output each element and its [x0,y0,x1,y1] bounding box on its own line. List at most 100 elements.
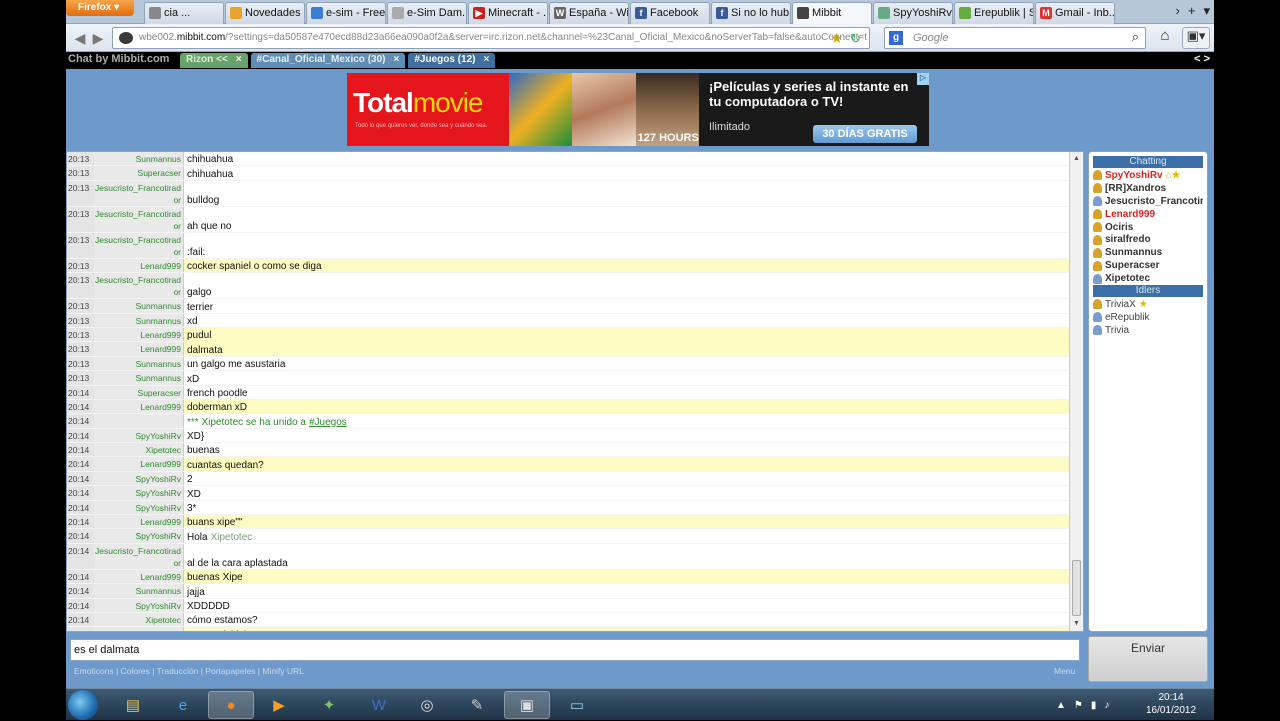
message-nick[interactable]: Jesucristo_Francotirador [94,232,184,258]
user-list-item[interactable]: TriviaX ★ [1093,298,1203,311]
message-nick[interactable]: SpyYoshiRv [94,428,184,443]
ad-banner[interactable]: Totalmovie Todo lo que quieres ver, dond… [347,73,929,146]
message-nick[interactable]: Sunmannus [94,152,184,166]
scroll-up-icon[interactable]: ▲ [1070,153,1083,165]
media-player-icon[interactable]: ▶ [256,691,302,719]
message-nick[interactable]: Lenard999 [94,399,184,414]
channel-tab[interactable]: Rizon << × [180,53,248,68]
browser-tab[interactable]: WEspaña - Wi... [549,2,629,24]
message-nick[interactable]: Sunmannus [94,313,184,327]
message-nick[interactable]: SpyYoshiRv [94,529,184,543]
show-hidden-icon[interactable]: ▲ [1056,700,1066,711]
message-nick[interactable]: Sunmannus [94,299,184,313]
browser-tab[interactable]: M Gmail - Inb... [1035,2,1115,24]
user-list-item[interactable]: Xipetotec [1093,272,1203,285]
reload-icon[interactable]: ↻ [850,31,861,47]
tab-scroll-arrows[interactable]: < > [1194,53,1210,65]
paint-icon[interactable]: ✎ [454,691,500,719]
home-icon[interactable]: ⌂ [1154,27,1176,49]
input-tools[interactable]: Emoticons | Colores | Traducción | Porta… [74,666,304,676]
message-nick[interactable]: Jesucristo_Francotirador [94,273,184,299]
browser-tab[interactable]: ▶ Minecraft - ... [468,2,548,24]
ad-cta-button[interactable]: 30 DÍAS GRATIS [813,125,917,143]
scrollbar-thumb[interactable] [1072,560,1081,616]
browser-tab[interactable]: Mibbit [792,2,872,24]
user-list-item[interactable]: Jesucristo_Francotirador [1093,195,1203,208]
menu-link[interactable]: Menu [1054,666,1075,676]
new-tab-icon[interactable]: + [1188,3,1196,19]
chat-scrollbar[interactable]: ▲ ▼ [1069,152,1083,631]
close-tab-icon[interactable]: × [236,54,242,68]
message-nick[interactable]: Sunmannus [94,356,184,371]
message-nick[interactable]: Lenard999 [94,515,184,529]
back-icon[interactable]: ◀ [70,28,90,48]
message-nick[interactable]: Lenard999 [94,457,184,471]
taskbar-clock[interactable]: 20:14 16/01/2012 [1136,691,1206,717]
firefox-menu-button[interactable]: Firefox ▾ [66,0,134,16]
browser-tab[interactable]: SpyYoshiRv ... [873,2,953,24]
start-button[interactable] [68,690,98,720]
message-nick[interactable]: Jesucristo_Francotirador [94,180,184,206]
user-list-item[interactable]: [RR]Xandros [1093,182,1203,195]
firefox-icon[interactable]: ● [208,691,254,719]
message-nick[interactable]: Xipetotec [94,612,184,627]
message-nick[interactable]: Jesucristo_Francotirador [94,206,184,232]
google-engine-icon[interactable]: g [889,31,903,45]
message-nick[interactable]: Sunmannus [94,584,184,598]
nick-mention[interactable]: Xipetotec [211,532,253,543]
network-icon[interactable]: ▮ [1091,700,1097,711]
message-nick[interactable]: SpyYoshiRv [94,598,184,612]
flag-icon[interactable]: ⚑ [1074,700,1083,711]
message-nick[interactable]: SpyYoshiRv [94,500,184,515]
message-nick[interactable]: Xipetotec [94,443,184,457]
message-nick[interactable]: Superacser [94,385,184,399]
message-input[interactable]: es el dalmata [70,639,1080,661]
explorer-icon[interactable]: ▤ [110,691,156,719]
user-list-item[interactable]: Lenard999 [1093,208,1203,221]
message-nick[interactable]: Lenard999 [94,342,184,356]
message-nick[interactable]: SpyYoshiRv [94,471,184,486]
browser-tab[interactable]: e-sim - Free... [306,2,386,24]
user-list-item[interactable]: Superacser [1093,259,1203,272]
scroll-down-icon[interactable]: ▼ [1070,618,1083,630]
browser-tab[interactable]: cia ... [144,2,224,24]
close-tab-icon[interactable]: × [483,54,489,68]
adchoices-icon[interactable]: ▷ [917,73,929,85]
steam-icon[interactable]: ◎ [404,691,450,719]
volume-icon[interactable]: ♪ [1104,700,1109,711]
browser-tab[interactable]: Novedades ... [225,2,305,24]
message-nick[interactable]: SpyYoshiRv [94,486,184,500]
message-nick[interactable] [94,414,184,428]
message-nick[interactable]: Superacser [94,166,184,180]
user-list-item[interactable]: Sunmannus [1093,246,1203,259]
url-bar[interactable]: wbe002.mibbit.com/?settings=da50587e470e… [112,27,870,49]
chat-client-icon[interactable]: ✦ [306,691,352,719]
search-icon[interactable]: ⌕ [1132,29,1139,45]
recorder-icon[interactable]: ▣ [504,691,550,719]
forward-icon[interactable]: ▶ [88,28,108,48]
channel-link[interactable]: #Juegos [309,417,347,428]
browser-tab[interactable]: Erepublik | S... [954,2,1034,24]
message-nick[interactable]: Lenard999 [94,258,184,273]
internet-explorer-icon[interactable]: e [160,691,206,719]
user-list-item[interactable]: siralfredo [1093,233,1203,246]
user-list-item[interactable]: eRepublik [1093,311,1203,324]
channel-tab[interactable]: #Juegos (12) × [408,53,496,68]
user-list-item[interactable]: Ociris [1093,221,1203,234]
search-input[interactable]: g Google ⌕ [884,27,1146,49]
message-nick[interactable]: Jesucristo_Francotirador [94,543,184,569]
chat-log[interactable]: 20:13 Sunmannus chihuahua 20:13 Superacser ch… [66,151,1084,632]
send-button[interactable]: Enviar [1088,636,1208,682]
addons-menu-icon[interactable]: ▣▾ [1182,27,1210,49]
window-icon[interactable]: ▭ [554,691,600,719]
site-identity-icon[interactable] [119,32,133,44]
bookmark-star-icon[interactable]: ★ [830,30,843,47]
close-tab-icon[interactable]: × [393,54,399,68]
browser-tab[interactable]: e-Sim Dam... [387,2,467,24]
tab-list-icon[interactable]: ▾ [1203,3,1210,19]
browser-tab[interactable]: f Facebook [630,2,710,24]
message-nick[interactable]: Sunmannus [94,371,184,385]
message-nick[interactable]: Lenard999 [94,569,184,584]
message-nick[interactable]: Lenard999 [94,327,184,342]
message-nick[interactable]: Lenard999 [94,627,184,631]
